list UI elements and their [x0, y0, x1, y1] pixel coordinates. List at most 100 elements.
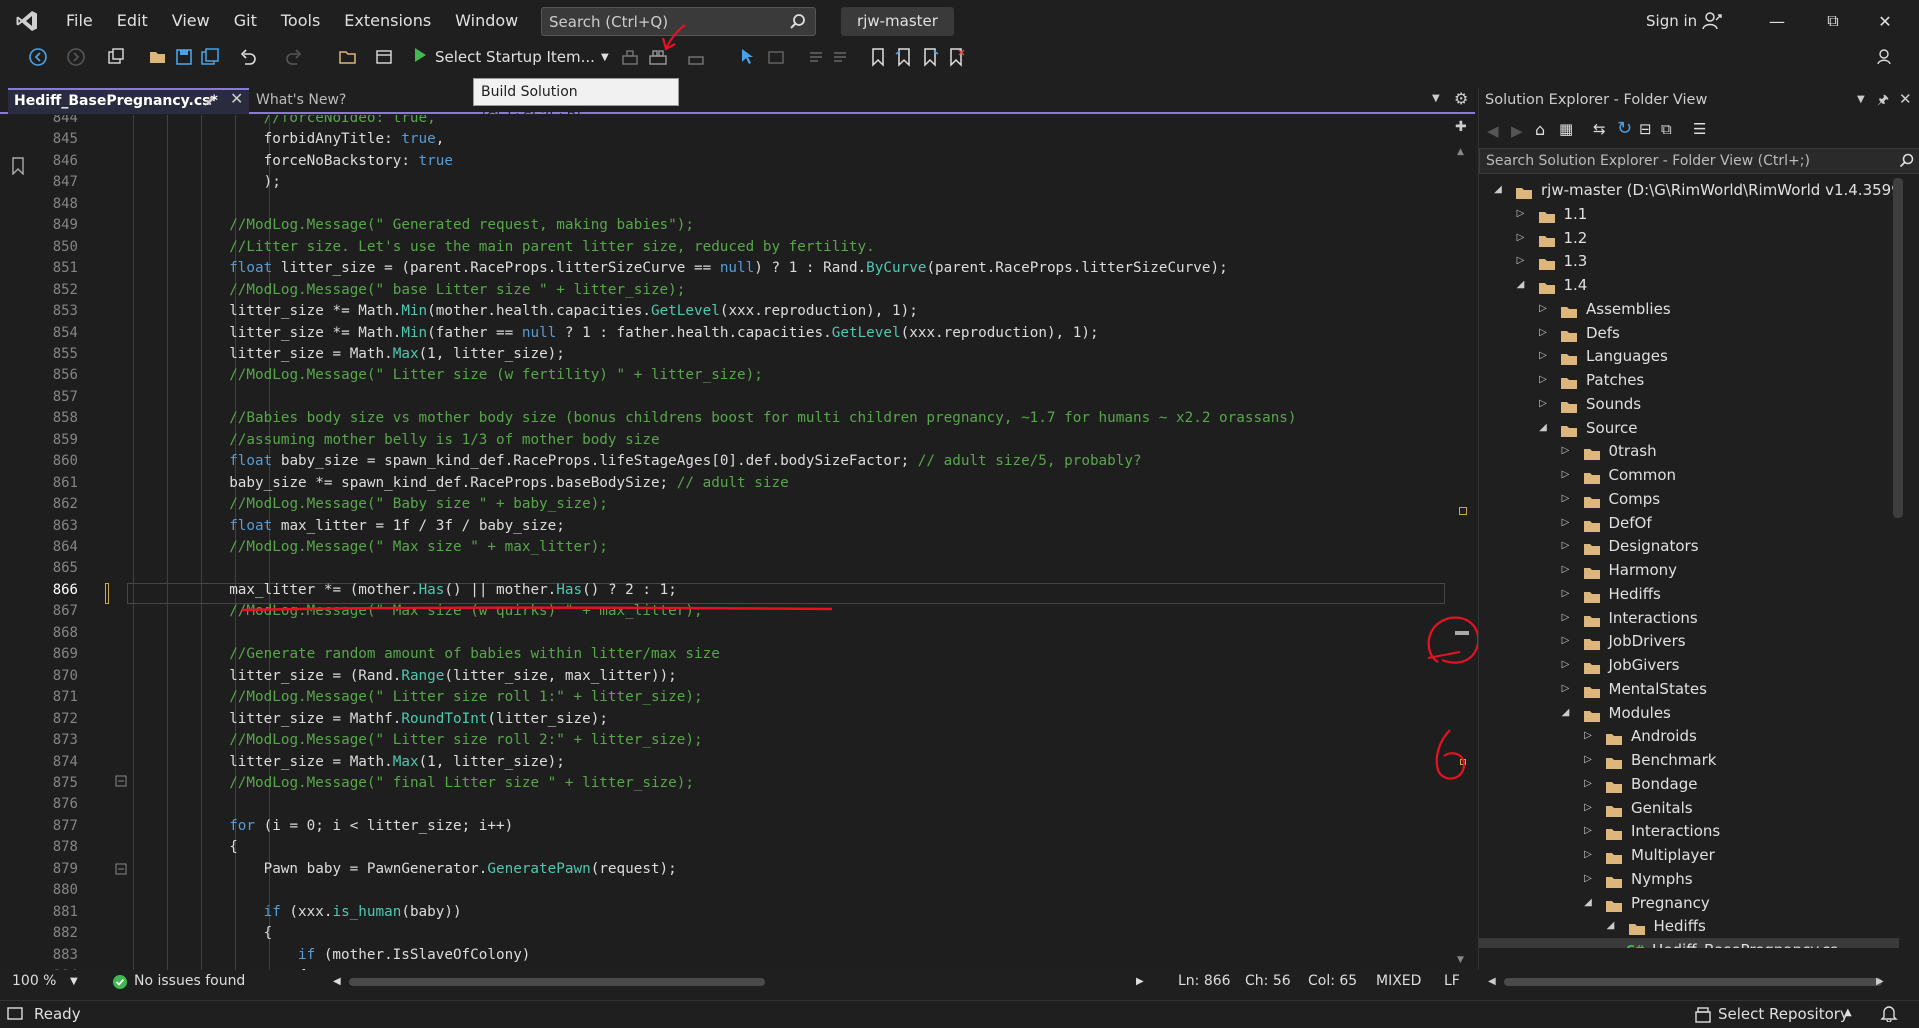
code-line[interactable]: //ModLog.Message(" Max size " + max_litt… [229, 537, 608, 558]
collapsed-arrow-icon[interactable]: ▷ [1536, 344, 1550, 368]
tree-folder-item[interactable]: ▷ DefOf [1479, 511, 1899, 535]
collapsed-arrow-icon[interactable]: ▷ [1536, 321, 1550, 345]
tree-folder-item[interactable]: ▷ Multiplayer [1479, 843, 1899, 867]
code-line[interactable]: litter_size = Math.Max(1, litter_size); [229, 344, 565, 365]
code-line[interactable]: Pawn baby = PawnGenerator.GeneratePawn(r… [264, 859, 677, 880]
tree-folder-item[interactable]: ▷ Patches [1479, 368, 1899, 392]
tree-folder-item[interactable]: ▷ Harmony [1479, 558, 1899, 582]
forward-icon[interactable] [66, 47, 86, 67]
tree-folder-item[interactable]: ▷ JobGivers [1479, 653, 1899, 677]
issues-status[interactable]: No issues found [134, 973, 245, 989]
close-window-button[interactable]: ✕ [1860, 0, 1910, 42]
column-indicator[interactable]: Col: 65 [1308, 973, 1357, 989]
solution-configurations-icon[interactable] [374, 47, 394, 67]
build-icon[interactable] [620, 47, 640, 67]
close-icon[interactable]: ✕ [1899, 90, 1912, 108]
code-line[interactable]: for (i = 0; i < litter_size; i++) [229, 816, 513, 837]
tab-list-dropdown-icon[interactable]: ▼ [1432, 93, 1440, 104]
sync-icon[interactable]: ⇆ [1593, 120, 1606, 138]
code-line[interactable]: //ModLog.Message(" Baby size " + baby_si… [229, 494, 608, 515]
tree-folder-item[interactable]: ▷ Bondage [1479, 772, 1899, 796]
properties-icon[interactable]: ☰ [1693, 120, 1706, 138]
menu-item-git[interactable]: Git [222, 0, 269, 42]
expanded-arrow-icon[interactable]: ◢ [1514, 273, 1528, 297]
code-line[interactable]: { [264, 923, 273, 944]
open-folder-icon[interactable] [148, 47, 168, 67]
expanded-arrow-icon[interactable]: ◢ [1536, 416, 1550, 440]
tree-folder-item[interactable]: ◢ Source [1479, 416, 1899, 440]
editor-vertical-scrollbar[interactable]: ✚ ▲ ▼ [1450, 115, 1475, 970]
split-icon[interactable]: ✚ [1455, 119, 1467, 135]
redo-icon[interactable] [284, 47, 304, 67]
tree-folder-item[interactable]: ▷ Designators [1479, 534, 1899, 558]
back-icon[interactable] [28, 47, 48, 67]
visual-studio-logo-icon[interactable] [0, 0, 54, 42]
tree-folder-item[interactable]: ▷ JobDrivers [1479, 629, 1899, 653]
solution-tree[interactable]: ◢ rjw-master (D:\G\RimWorld\RimWorld v1.4… [1479, 178, 1899, 948]
save-icon[interactable] [174, 47, 194, 67]
char-indicator[interactable]: Ch: 56 [1245, 973, 1291, 989]
code-line[interactable]: //Litter size. Let's use the main parent… [229, 237, 875, 258]
next-bookmark-icon[interactable] [920, 47, 940, 67]
collapsed-arrow-icon[interactable]: ▷ [1559, 677, 1573, 701]
tree-folder-item[interactable]: ▷ Sounds [1479, 392, 1899, 416]
collapsed-arrow-icon[interactable]: ▷ [1536, 392, 1550, 416]
new-project-icon[interactable] [106, 47, 126, 67]
tab-whats-new[interactable]: What's New? [250, 88, 398, 114]
code-line[interactable]: float max_litter = 1f / 3f / baby_size; [229, 516, 565, 537]
solution-explorer-search-input[interactable]: Search Solution Explorer - Folder View (… [1479, 148, 1919, 174]
bookmark-icon[interactable] [868, 47, 888, 67]
tree-folder-item[interactable]: ▷ Assemblies [1479, 297, 1899, 321]
tree-folder-item[interactable]: ▷ 1.3 [1479, 249, 1899, 273]
home-icon[interactable]: ⌂ [1535, 120, 1545, 139]
collapsed-arrow-icon[interactable]: ▷ [1559, 653, 1573, 677]
code-line[interactable]: max_litter *= (mother.Has() || mother.Ha… [229, 580, 677, 601]
chevron-up-icon[interactable]: ▲ [1844, 1007, 1852, 1018]
scroll-right-icon[interactable]: ▶ [1136, 976, 1144, 987]
comment-icon[interactable] [806, 47, 826, 67]
expanded-arrow-icon[interactable]: ◢ [1559, 701, 1573, 725]
tree-folder-item[interactable]: ▷ Interactions [1479, 606, 1899, 630]
code-line[interactable]: if (mother.IsSlaveOfColony) [298, 945, 530, 966]
code-line[interactable]: //forceNoIdeo: true, [264, 115, 436, 129]
code-line[interactable]: baby_size *= spawn_kind_def.RaceProps.ba… [229, 473, 789, 494]
collapsed-arrow-icon[interactable]: ▷ [1559, 534, 1573, 558]
code-line[interactable]: ); [264, 172, 281, 193]
close-icon[interactable]: ✕ [230, 89, 243, 108]
select-repository-button[interactable]: Select Repository [1718, 1005, 1849, 1023]
line-ending-indicator[interactable]: LF [1444, 973, 1460, 989]
clear-bookmarks-icon[interactable] [946, 47, 966, 67]
tree-folder-item[interactable]: ▷ Interactions [1479, 819, 1899, 843]
collapsed-arrow-icon[interactable]: ▷ [1559, 558, 1573, 582]
expanded-arrow-icon[interactable]: ◢ [1581, 891, 1595, 915]
undo-icon[interactable] [238, 47, 258, 67]
restore-button[interactable]: ⧉ [1808, 0, 1858, 42]
collapsed-arrow-icon[interactable]: ▷ [1581, 843, 1595, 867]
scroll-down-icon[interactable]: ▼ [1457, 955, 1464, 965]
encoding-indicator[interactable]: MIXED [1376, 973, 1421, 989]
settings-gear-icon[interactable]: ⚙ [1454, 89, 1468, 108]
select-startup-item-button[interactable]: Select Startup Item... ▼ [411, 45, 609, 69]
collapsed-arrow-icon[interactable]: ▷ [1536, 297, 1550, 321]
tree-folder-item[interactable]: ▷ Androids [1479, 724, 1899, 748]
tree-folder-item[interactable]: ◢ rjw-master (D:\G\RimWorld\RimWorld v1.4… [1479, 178, 1899, 202]
code-line[interactable]: litter_size = Math.Max(1, litter_size); [229, 752, 565, 773]
tree-folder-item[interactable]: ▷ MentalStates [1479, 677, 1899, 701]
line-indicator[interactable]: Ln: 866 [1178, 973, 1231, 989]
collapsed-arrow-icon[interactable]: ▷ [1514, 249, 1528, 273]
tree-folder-item[interactable]: ◢ Hediffs [1479, 914, 1899, 938]
scroll-left-icon[interactable]: ◀ [1488, 976, 1496, 987]
code-line[interactable]: if (xxx.is_human(baby)) [264, 902, 462, 923]
code-line[interactable]: { [229, 837, 238, 858]
forward-icon[interactable]: ▶ [1511, 122, 1523, 140]
pointer-icon[interactable] [738, 47, 758, 67]
uncomment-icon[interactable] [830, 47, 850, 67]
collapsed-arrow-icon[interactable]: ▷ [1559, 606, 1573, 630]
collapsed-arrow-icon[interactable]: ▷ [1581, 867, 1595, 891]
tree-folder-item[interactable]: ▷ 1.2 [1479, 226, 1899, 250]
glyph-margin[interactable] [0, 115, 33, 970]
menu-item-view[interactable]: View [160, 0, 222, 42]
notifications-bell-icon[interactable] [1880, 1004, 1898, 1026]
menu-item-window[interactable]: Window [443, 0, 530, 42]
scrollbar-thumb[interactable] [1504, 978, 1882, 986]
